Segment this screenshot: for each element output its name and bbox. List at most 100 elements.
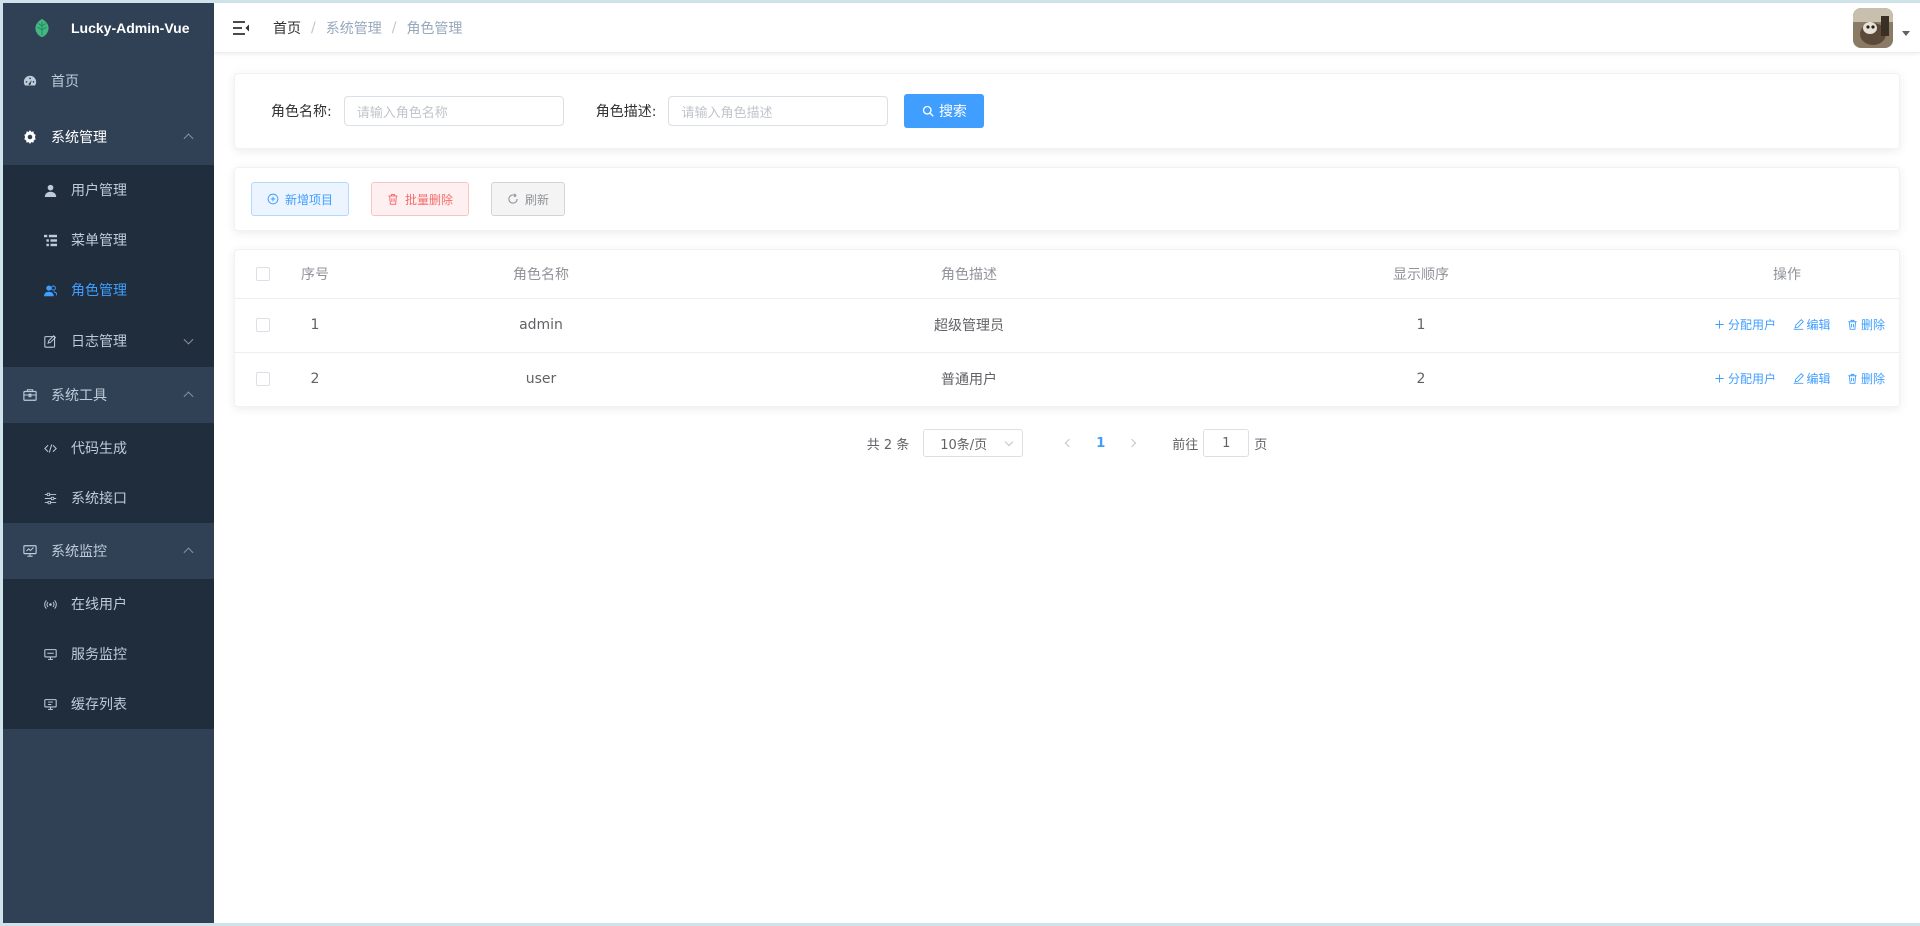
sidebar-item-label: 日志管理: [71, 334, 127, 350]
col-index: 序号: [291, 250, 339, 299]
sidebar-group-label: 系统工具: [51, 388, 107, 404]
row-select-cell: [235, 298, 291, 353]
avatar[interactable]: [1853, 8, 1893, 48]
sidebar-item-cache[interactable]: 缓存列表: [3, 679, 214, 729]
plus-icon: [1714, 319, 1725, 330]
sidebar-item-home[interactable]: 首页: [3, 53, 214, 109]
delete-button[interactable]: 删除: [1847, 316, 1885, 333]
batch-delete-button[interactable]: 批量删除: [371, 182, 470, 216]
sidebar-item-label: 服务监控: [71, 647, 127, 663]
trash-icon: [1847, 373, 1858, 385]
submenu-system: 用户管理 菜单管理 角色管理 日志管理: [3, 165, 214, 367]
sidebar-item-label: 首页: [51, 74, 79, 90]
breadcrumb-system: 系统管理: [325, 20, 382, 37]
row-checkbox[interactable]: [256, 318, 270, 332]
chevron-up-icon: [183, 133, 194, 144]
broadcast-icon: [43, 597, 57, 611]
add-button-label: 新增项目: [285, 192, 334, 207]
sidebar-group-system[interactable]: 系统管理: [3, 109, 214, 165]
logo[interactable]: Lucky-Admin-Vue: [3, 3, 214, 53]
plus-icon: [1714, 373, 1725, 384]
chevron-up-icon: [183, 547, 194, 558]
sidebar-item-online[interactable]: 在线用户: [3, 579, 214, 629]
user-menu[interactable]: [1853, 8, 1910, 48]
logo-leaf-icon: [35, 18, 49, 38]
delete-label: 删除: [1860, 318, 1885, 332]
col-actions: 操作: [1647, 250, 1899, 299]
assign-users-button[interactable]: 分配用户: [1714, 370, 1776, 387]
goto-prefix: 前往: [1172, 437, 1199, 453]
edit-label: 编辑: [1806, 372, 1831, 387]
hamburger-icon[interactable]: [232, 20, 250, 36]
cell-actions: 分配用户 编辑 删除: [1647, 298, 1899, 353]
sidebar-group-tools[interactable]: 系统工具: [3, 367, 214, 423]
next-page-icon[interactable]: [1128, 438, 1137, 448]
breadcrumb-separator: /: [311, 19, 316, 36]
sidebar-item-menus[interactable]: 菜单管理: [3, 215, 214, 265]
table-header-row: 序号 角色名称 角色描述 显示顺序 操作: [235, 250, 1899, 299]
sidebar-item-roles[interactable]: 角色管理: [3, 265, 214, 315]
assign-users-button[interactable]: 分配用户: [1714, 316, 1776, 333]
search-button[interactable]: 搜索: [904, 94, 985, 128]
refresh-icon: [507, 193, 519, 205]
users-icon: [43, 283, 57, 297]
sidebar-item-codegen[interactable]: 代码生成: [3, 423, 214, 473]
plus-circle-icon: [267, 193, 279, 205]
col-role-name: 角色名称: [339, 250, 743, 299]
edit-log-icon: [43, 334, 57, 348]
page-size-select[interactable]: 10条/页: [923, 429, 1024, 457]
refresh-label: 刷新: [525, 192, 550, 207]
col-role-desc: 角色描述: [743, 250, 1195, 299]
user-icon: [43, 183, 57, 197]
cache-monitor-icon: [43, 697, 57, 711]
sidebar-item-label: 角色管理: [71, 283, 127, 299]
page-size-value: 10条/页: [940, 437, 988, 453]
cell-index: 1: [291, 298, 339, 353]
role-table: 序号 角色名称 角色描述 显示顺序 操作 1 admin 超级管理员 1 分配用…: [234, 249, 1900, 407]
breadcrumb-home[interactable]: 首页: [273, 18, 301, 38]
edit-icon: [1793, 373, 1804, 385]
page-number-current[interactable]: 1: [1096, 436, 1105, 451]
edit-button[interactable]: 编辑: [1793, 370, 1831, 387]
caret-down-icon[interactable]: [1902, 30, 1910, 36]
goto-page-input[interactable]: 1: [1203, 429, 1250, 457]
edit-button[interactable]: 编辑: [1793, 316, 1831, 333]
toolbox-icon: [23, 388, 37, 402]
sidebar-item-logs[interactable]: 日志管理: [3, 315, 214, 367]
prev-page-icon[interactable]: [1064, 438, 1074, 448]
sidebar-group-monitor[interactable]: 系统监控: [3, 523, 214, 579]
role-desc-input[interactable]: 请输入角色描述: [668, 96, 889, 126]
sidebar-item-server[interactable]: 服务监控: [3, 629, 214, 679]
sidebar: Lucky-Admin-Vue 首页 系统管理 用户管理 菜单管理 角色管理 日…: [3, 3, 214, 923]
dashboard-icon: [23, 74, 37, 88]
app-window: Lucky-Admin-Vue 首页 系统管理 用户管理 菜单管理 角色管理 日…: [3, 3, 1920, 923]
col-order: 显示顺序: [1195, 250, 1647, 299]
assign-users-label: 分配用户: [1728, 318, 1777, 332]
sidebar-item-users[interactable]: 用户管理: [3, 165, 214, 215]
add-button[interactable]: 新增项目: [251, 182, 350, 216]
delete-button[interactable]: 删除: [1847, 370, 1885, 387]
chevron-down-icon: [1004, 437, 1014, 447]
breadcrumb-current: 角色管理: [406, 20, 463, 37]
cell-role-desc: 普通用户: [941, 372, 997, 389]
refresh-button[interactable]: 刷新: [491, 182, 566, 216]
cell-order: 2: [1416, 371, 1426, 388]
cell-index: 2: [310, 371, 320, 388]
select-all-cell: [235, 250, 291, 299]
row-select-cell: [235, 352, 291, 406]
role-name-label: 角色名称:: [271, 104, 332, 120]
role-desc-label: 角色描述:: [595, 104, 657, 120]
sidebar-item-label: 在线用户: [71, 597, 127, 613]
goto-suffix: 页: [1254, 437, 1268, 453]
app-title: Lucky-Admin-Vue: [71, 20, 190, 36]
submenu-monitor: 在线用户 服务监控 缓存列表: [3, 579, 214, 729]
role-name-input[interactable]: 请输入角色名称: [343, 96, 564, 126]
table-row: 2 user 普通用户 2 分配用户 编辑 删除: [235, 352, 1899, 406]
row-checkbox[interactable]: [256, 372, 270, 387]
sliders-icon: [43, 491, 57, 505]
server-icon: [43, 647, 57, 661]
select-all-checkbox[interactable]: [256, 266, 270, 281]
cell-role-desc: 超级管理员: [743, 298, 1195, 353]
sidebar-item-api[interactable]: 系统接口: [3, 473, 214, 523]
code-icon: [43, 441, 57, 455]
